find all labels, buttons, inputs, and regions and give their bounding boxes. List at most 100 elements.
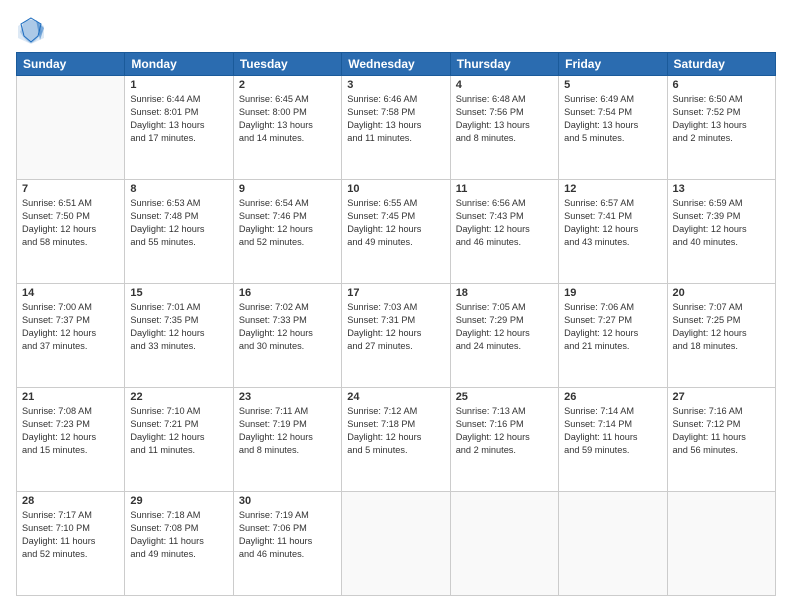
weekday-header-tuesday: Tuesday — [233, 53, 341, 76]
day-info: Sunrise: 7:05 AM Sunset: 7:29 PM Dayligh… — [456, 301, 553, 353]
day-info: Sunrise: 7:16 AM Sunset: 7:12 PM Dayligh… — [673, 405, 770, 457]
day-number: 14 — [22, 287, 119, 299]
logo-icon — [16, 16, 46, 46]
logo — [16, 16, 50, 46]
calendar-cell: 16Sunrise: 7:02 AM Sunset: 7:33 PM Dayli… — [233, 284, 341, 388]
calendar-cell: 17 Sunrise: 7:03 AM Sunset: 7:31 PM Dayli… — [342, 284, 450, 388]
calendar-cell: 29 Sunrise: 7:18 AM Sunset: 7:08 PM Dayli… — [125, 492, 233, 596]
day-info: Sunrise: 6:59 AM Sunset: 7:39 PM Dayligh… — [673, 197, 770, 249]
day-number: 23 — [239, 391, 336, 403]
calendar-cell: 26 Sunrise: 7:14 AM Sunset: 7:14 PM Dayli… — [559, 388, 667, 492]
calendar-cell: 20 Sunrise: 7:07 AM Sunset: 7:25 PM Dayli… — [667, 284, 775, 388]
day-info: Sunrise: 7:03 AM Sunset: 7:31 PM Dayligh… — [347, 301, 444, 353]
calendar-cell: 10 Sunrise: 6:55 AM Sunset: 7:45 PM Dayli… — [342, 180, 450, 284]
day-info: Sunrise: 7:13 AM Sunset: 7:16 PM Dayligh… — [456, 405, 553, 457]
day-info: Sunrise: 7:11 AM Sunset: 7:19 PM Dayligh… — [239, 405, 336, 457]
calendar-cell: 7Sunrise: 6:51 AM Sunset: 7:50 PM Daylig… — [17, 180, 125, 284]
day-info: Sunrise: 6:56 AM Sunset: 7:43 PM Dayligh… — [456, 197, 553, 249]
weekday-header-friday: Friday — [559, 53, 667, 76]
calendar-cell — [450, 492, 558, 596]
week-row-4: 28 Sunrise: 7:17 AM Sunset: 7:10 PM Dayli… — [17, 492, 776, 596]
calendar-cell: 13 Sunrise: 6:59 AM Sunset: 7:39 PM Dayli… — [667, 180, 775, 284]
day-number: 20 — [673, 287, 770, 299]
day-info: Sunrise: 7:18 AM Sunset: 7:08 PM Dayligh… — [130, 509, 227, 561]
day-info: Sunrise: 7:01 AM Sunset: 7:35 PM Dayligh… — [130, 301, 227, 353]
calendar-cell: 25 Sunrise: 7:13 AM Sunset: 7:16 PM Dayli… — [450, 388, 558, 492]
day-info: Sunrise: 7:06 AM Sunset: 7:27 PM Dayligh… — [564, 301, 661, 353]
week-row-1: 7Sunrise: 6:51 AM Sunset: 7:50 PM Daylig… — [17, 180, 776, 284]
weekday-header-row: SundayMondayTuesdayWednesdayThursdayFrid… — [17, 53, 776, 76]
day-number: 30 — [239, 495, 336, 507]
calendar-cell: 23 Sunrise: 7:11 AM Sunset: 7:19 PM Dayli… — [233, 388, 341, 492]
header — [16, 16, 776, 46]
day-number: 10 — [347, 183, 444, 195]
calendar-cell — [17, 76, 125, 180]
day-number: 24 — [347, 391, 444, 403]
day-info: Sunrise: 7:12 AM Sunset: 7:18 PM Dayligh… — [347, 405, 444, 457]
weekday-header-sunday: Sunday — [17, 53, 125, 76]
day-number: 19 — [564, 287, 661, 299]
day-number: 18 — [456, 287, 553, 299]
calendar-cell: 2Sunrise: 6:45 AM Sunset: 8:00 PM Daylig… — [233, 76, 341, 180]
calendar-cell: 1 Sunrise: 6:44 AM Sunset: 8:01 PM Daylig… — [125, 76, 233, 180]
weekday-header-monday: Monday — [125, 53, 233, 76]
calendar-cell: 14Sunrise: 7:00 AM Sunset: 7:37 PM Dayli… — [17, 284, 125, 388]
day-number: 15 — [130, 287, 227, 299]
day-number: 1 — [130, 79, 227, 91]
day-number: 21 — [22, 391, 119, 403]
day-number: 3 — [347, 79, 444, 91]
day-info: Sunrise: 6:57 AM Sunset: 7:41 PM Dayligh… — [564, 197, 661, 249]
day-info: Sunrise: 6:55 AM Sunset: 7:45 PM Dayligh… — [347, 197, 444, 249]
calendar-cell: 8 Sunrise: 6:53 AM Sunset: 7:48 PM Daylig… — [125, 180, 233, 284]
calendar-cell — [559, 492, 667, 596]
calendar-cell: 28 Sunrise: 7:17 AM Sunset: 7:10 PM Dayli… — [17, 492, 125, 596]
day-number: 2 — [239, 79, 336, 91]
day-number: 29 — [130, 495, 227, 507]
day-number: 13 — [673, 183, 770, 195]
weekday-header-thursday: Thursday — [450, 53, 558, 76]
day-number: 22 — [130, 391, 227, 403]
day-info: Sunrise: 7:14 AM Sunset: 7:14 PM Dayligh… — [564, 405, 661, 457]
day-number: 5 — [564, 79, 661, 91]
calendar-cell: 21 Sunrise: 7:08 AM Sunset: 7:23 PM Dayli… — [17, 388, 125, 492]
day-number: 8 — [130, 183, 227, 195]
day-info: Sunrise: 6:50 AM Sunset: 7:52 PM Dayligh… — [673, 93, 770, 145]
calendar-cell: 4Sunrise: 6:48 AM Sunset: 7:56 PM Daylig… — [450, 76, 558, 180]
day-info: Sunrise: 6:53 AM Sunset: 7:48 PM Dayligh… — [130, 197, 227, 249]
calendar-cell: 9Sunrise: 6:54 AM Sunset: 7:46 PM Daylig… — [233, 180, 341, 284]
day-info: Sunrise: 6:49 AM Sunset: 7:54 PM Dayligh… — [564, 93, 661, 145]
day-number: 28 — [22, 495, 119, 507]
day-info: Sunrise: 7:08 AM Sunset: 7:23 PM Dayligh… — [22, 405, 119, 457]
calendar-cell — [667, 492, 775, 596]
calendar-cell: 5 Sunrise: 6:49 AM Sunset: 7:54 PM Daylig… — [559, 76, 667, 180]
calendar-cell: 15 Sunrise: 7:01 AM Sunset: 7:35 PM Dayli… — [125, 284, 233, 388]
day-number: 7 — [22, 183, 119, 195]
calendar-cell: 18 Sunrise: 7:05 AM Sunset: 7:29 PM Dayli… — [450, 284, 558, 388]
day-number: 9 — [239, 183, 336, 195]
day-info: Sunrise: 7:10 AM Sunset: 7:21 PM Dayligh… — [130, 405, 227, 457]
day-number: 17 — [347, 287, 444, 299]
day-number: 6 — [673, 79, 770, 91]
week-row-0: 1 Sunrise: 6:44 AM Sunset: 8:01 PM Daylig… — [17, 76, 776, 180]
calendar-cell: 6 Sunrise: 6:50 AM Sunset: 7:52 PM Daylig… — [667, 76, 775, 180]
day-info: Sunrise: 6:48 AM Sunset: 7:56 PM Dayligh… — [456, 93, 553, 145]
calendar-cell: 11 Sunrise: 6:56 AM Sunset: 7:43 PM Dayli… — [450, 180, 558, 284]
weekday-header-saturday: Saturday — [667, 53, 775, 76]
day-info: Sunrise: 6:44 AM Sunset: 8:01 PM Dayligh… — [130, 93, 227, 145]
day-info: Sunrise: 6:46 AM Sunset: 7:58 PM Dayligh… — [347, 93, 444, 145]
day-info: Sunrise: 7:17 AM Sunset: 7:10 PM Dayligh… — [22, 509, 119, 561]
day-number: 16 — [239, 287, 336, 299]
calendar-cell — [342, 492, 450, 596]
week-row-3: 21 Sunrise: 7:08 AM Sunset: 7:23 PM Dayli… — [17, 388, 776, 492]
day-number: 11 — [456, 183, 553, 195]
calendar-cell: 30 Sunrise: 7:19 AM Sunset: 7:06 PM Dayli… — [233, 492, 341, 596]
day-info: Sunrise: 7:07 AM Sunset: 7:25 PM Dayligh… — [673, 301, 770, 353]
calendar-cell: 24 Sunrise: 7:12 AM Sunset: 7:18 PM Dayli… — [342, 388, 450, 492]
day-number: 26 — [564, 391, 661, 403]
day-info: Sunrise: 7:19 AM Sunset: 7:06 PM Dayligh… — [239, 509, 336, 561]
calendar-cell: 12Sunrise: 6:57 AM Sunset: 7:41 PM Dayli… — [559, 180, 667, 284]
calendar-cell: 3 Sunrise: 6:46 AM Sunset: 7:58 PM Daylig… — [342, 76, 450, 180]
day-number: 25 — [456, 391, 553, 403]
day-number: 27 — [673, 391, 770, 403]
weekday-header-wednesday: Wednesday — [342, 53, 450, 76]
